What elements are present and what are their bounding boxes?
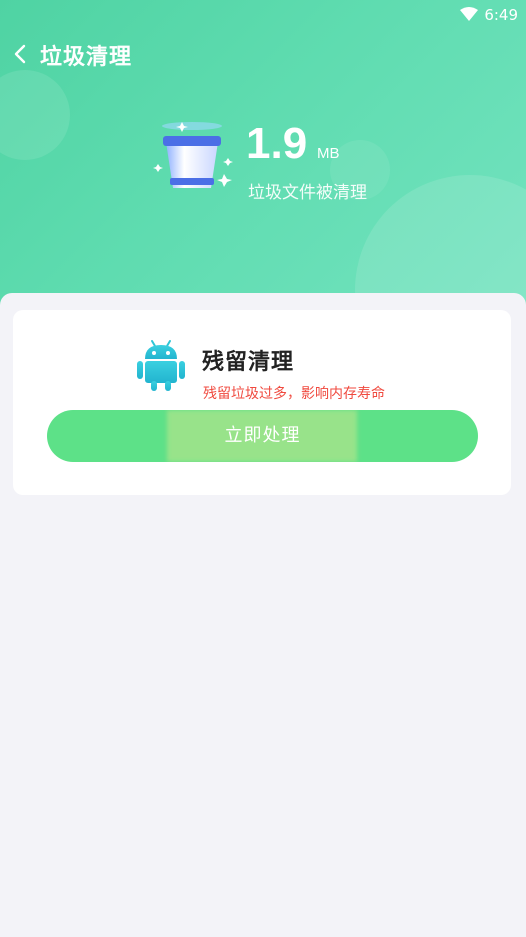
nav-bar: 垃圾清理 <box>0 36 526 72</box>
process-now-label: 立即处理 <box>224 425 301 446</box>
page-title: 垃圾清理 <box>40 45 133 70</box>
android-icon <box>137 340 185 391</box>
chevron-left-icon <box>14 44 26 64</box>
card-warning: 残留垃圾过多，影响内存寿命 <box>203 386 385 402</box>
process-now-button[interactable]: 立即处理 <box>47 410 478 462</box>
trash-bucket-icon <box>153 122 233 188</box>
cleaned-size-value: 1.9 <box>246 119 308 168</box>
status-bar: 6:49 <box>0 0 526 30</box>
status-time: 6:49 <box>484 6 518 24</box>
cleaned-description: 垃圾文件被清理 <box>248 183 367 203</box>
decor-bubble <box>0 70 70 160</box>
card-title: 残留清理 <box>202 350 295 375</box>
cleaned-size-unit: MB <box>317 145 340 162</box>
wifi-icon <box>460 7 478 21</box>
back-button[interactable] <box>8 38 36 70</box>
